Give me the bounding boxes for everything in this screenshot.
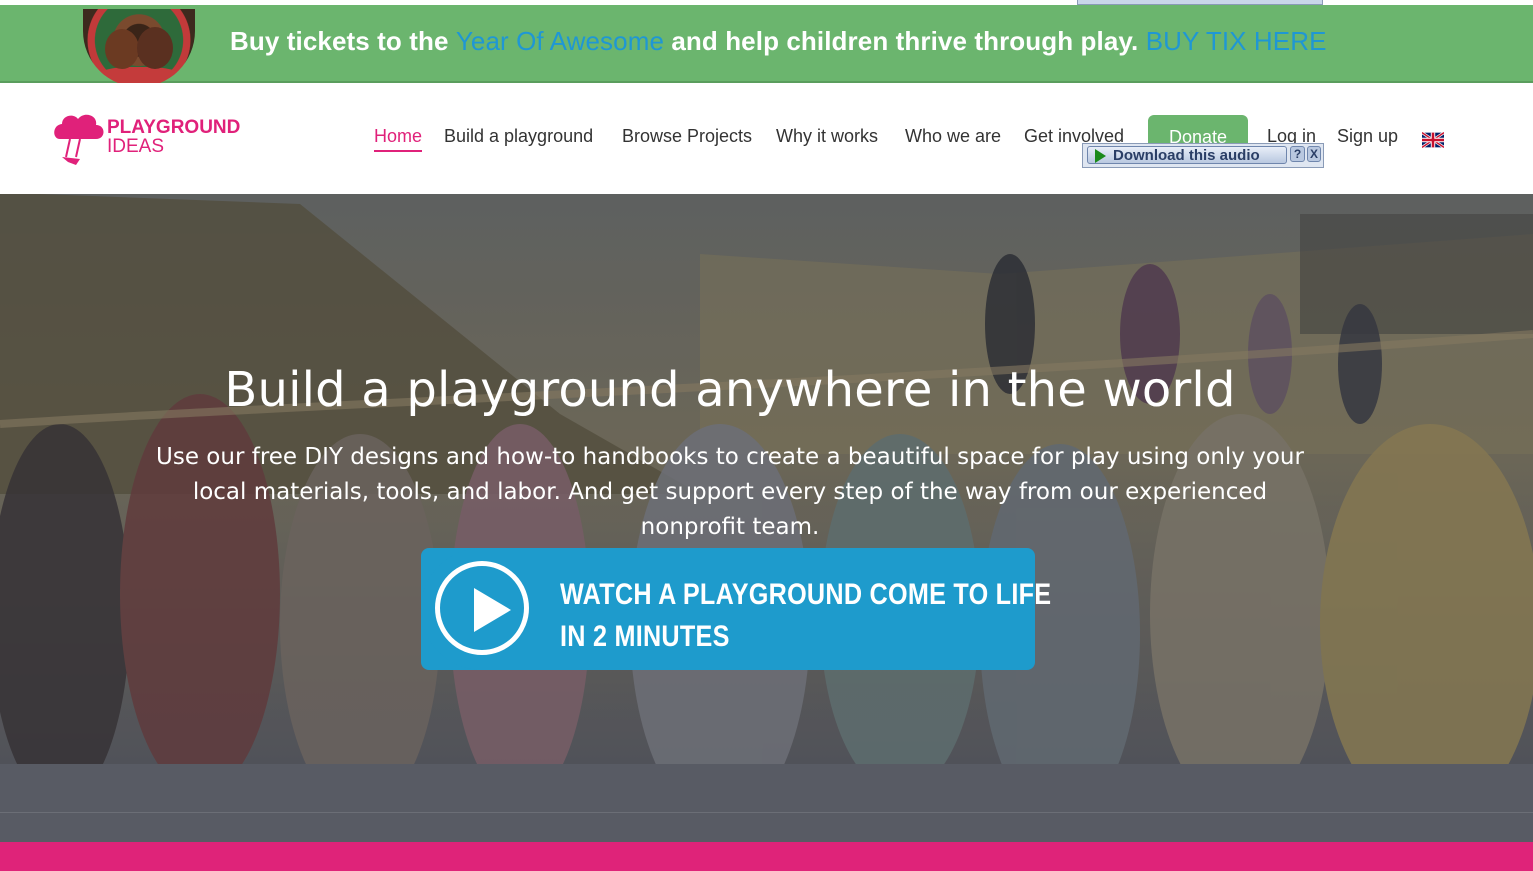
hero-subtitle: Use our free DIY designs and how-to hand… <box>156 444 1304 540</box>
year-of-awesome-link[interactable]: Year Of Awesome <box>456 26 664 56</box>
video-cta-line-2: IN 2 MINUTES <box>560 620 730 653</box>
nav-build-a-playground[interactable]: Build a playground <box>444 126 593 147</box>
hero-section: Build a playground anywhere in the world… <box>0 194 1533 764</box>
nav-sign-up[interactable]: Sign up <box>1337 126 1398 147</box>
gray-section <box>0 764 1533 842</box>
tree-swing-icon <box>54 114 104 165</box>
hero-title: Build a playground anywhere in the world <box>224 362 1236 418</box>
promo-message: Buy tickets to the Year Of Awesome and h… <box>230 26 1327 57</box>
play-triangle-icon <box>1095 149 1106 163</box>
audio-download-widget: Download this audio ? X <box>1082 143 1324 168</box>
video-cta-text: WATCH A PLAYGROUND COME TO LIFE IN 2 MIN… <box>560 574 1051 658</box>
gray-divider <box>0 812 1533 813</box>
watch-video-button[interactable]: WATCH A PLAYGROUND COME TO LIFE IN 2 MIN… <box>421 548 1051 670</box>
audio-help-button[interactable]: ? <box>1290 146 1305 162</box>
download-audio-label: Download this audio <box>1113 147 1260 164</box>
logo-line-1: PLAYGROUND <box>107 117 241 138</box>
logo-wordmark: PLAYGROUND IDEAS <box>107 118 240 156</box>
nav-browse-projects[interactable]: Browse Projects <box>622 126 752 147</box>
site-header: PLAYGROUND IDEAS Home Build a playground… <box>0 83 1533 194</box>
promo-text-before: Buy tickets to the <box>230 26 456 56</box>
play-icon <box>474 588 511 632</box>
nav-who-we-are[interactable]: Who we are <box>905 126 1001 147</box>
promo-text-after: and help children thrive through play. <box>664 26 1146 56</box>
pink-section <box>0 842 1533 871</box>
uk-flag-icon[interactable] <box>1422 131 1444 149</box>
video-cta-line-1: WATCH A PLAYGROUND COME TO LIFE <box>560 578 1052 611</box>
buy-tix-link[interactable]: BUY TIX HERE <box>1146 26 1327 56</box>
promo-banner: Buy tickets to the Year Of Awesome and h… <box>0 5 1533 87</box>
audio-close-button[interactable]: X <box>1307 146 1321 162</box>
playground-ideas-logo[interactable]: PLAYGROUND IDEAS <box>50 109 260 167</box>
nav-home[interactable]: Home <box>374 126 423 152</box>
promo-children-photo <box>83 9 195 87</box>
nav-why-it-works[interactable]: Why it works <box>776 126 878 147</box>
download-audio-button[interactable]: Download this audio <box>1087 146 1287 164</box>
logo-line-2: IDEAS <box>107 136 165 157</box>
